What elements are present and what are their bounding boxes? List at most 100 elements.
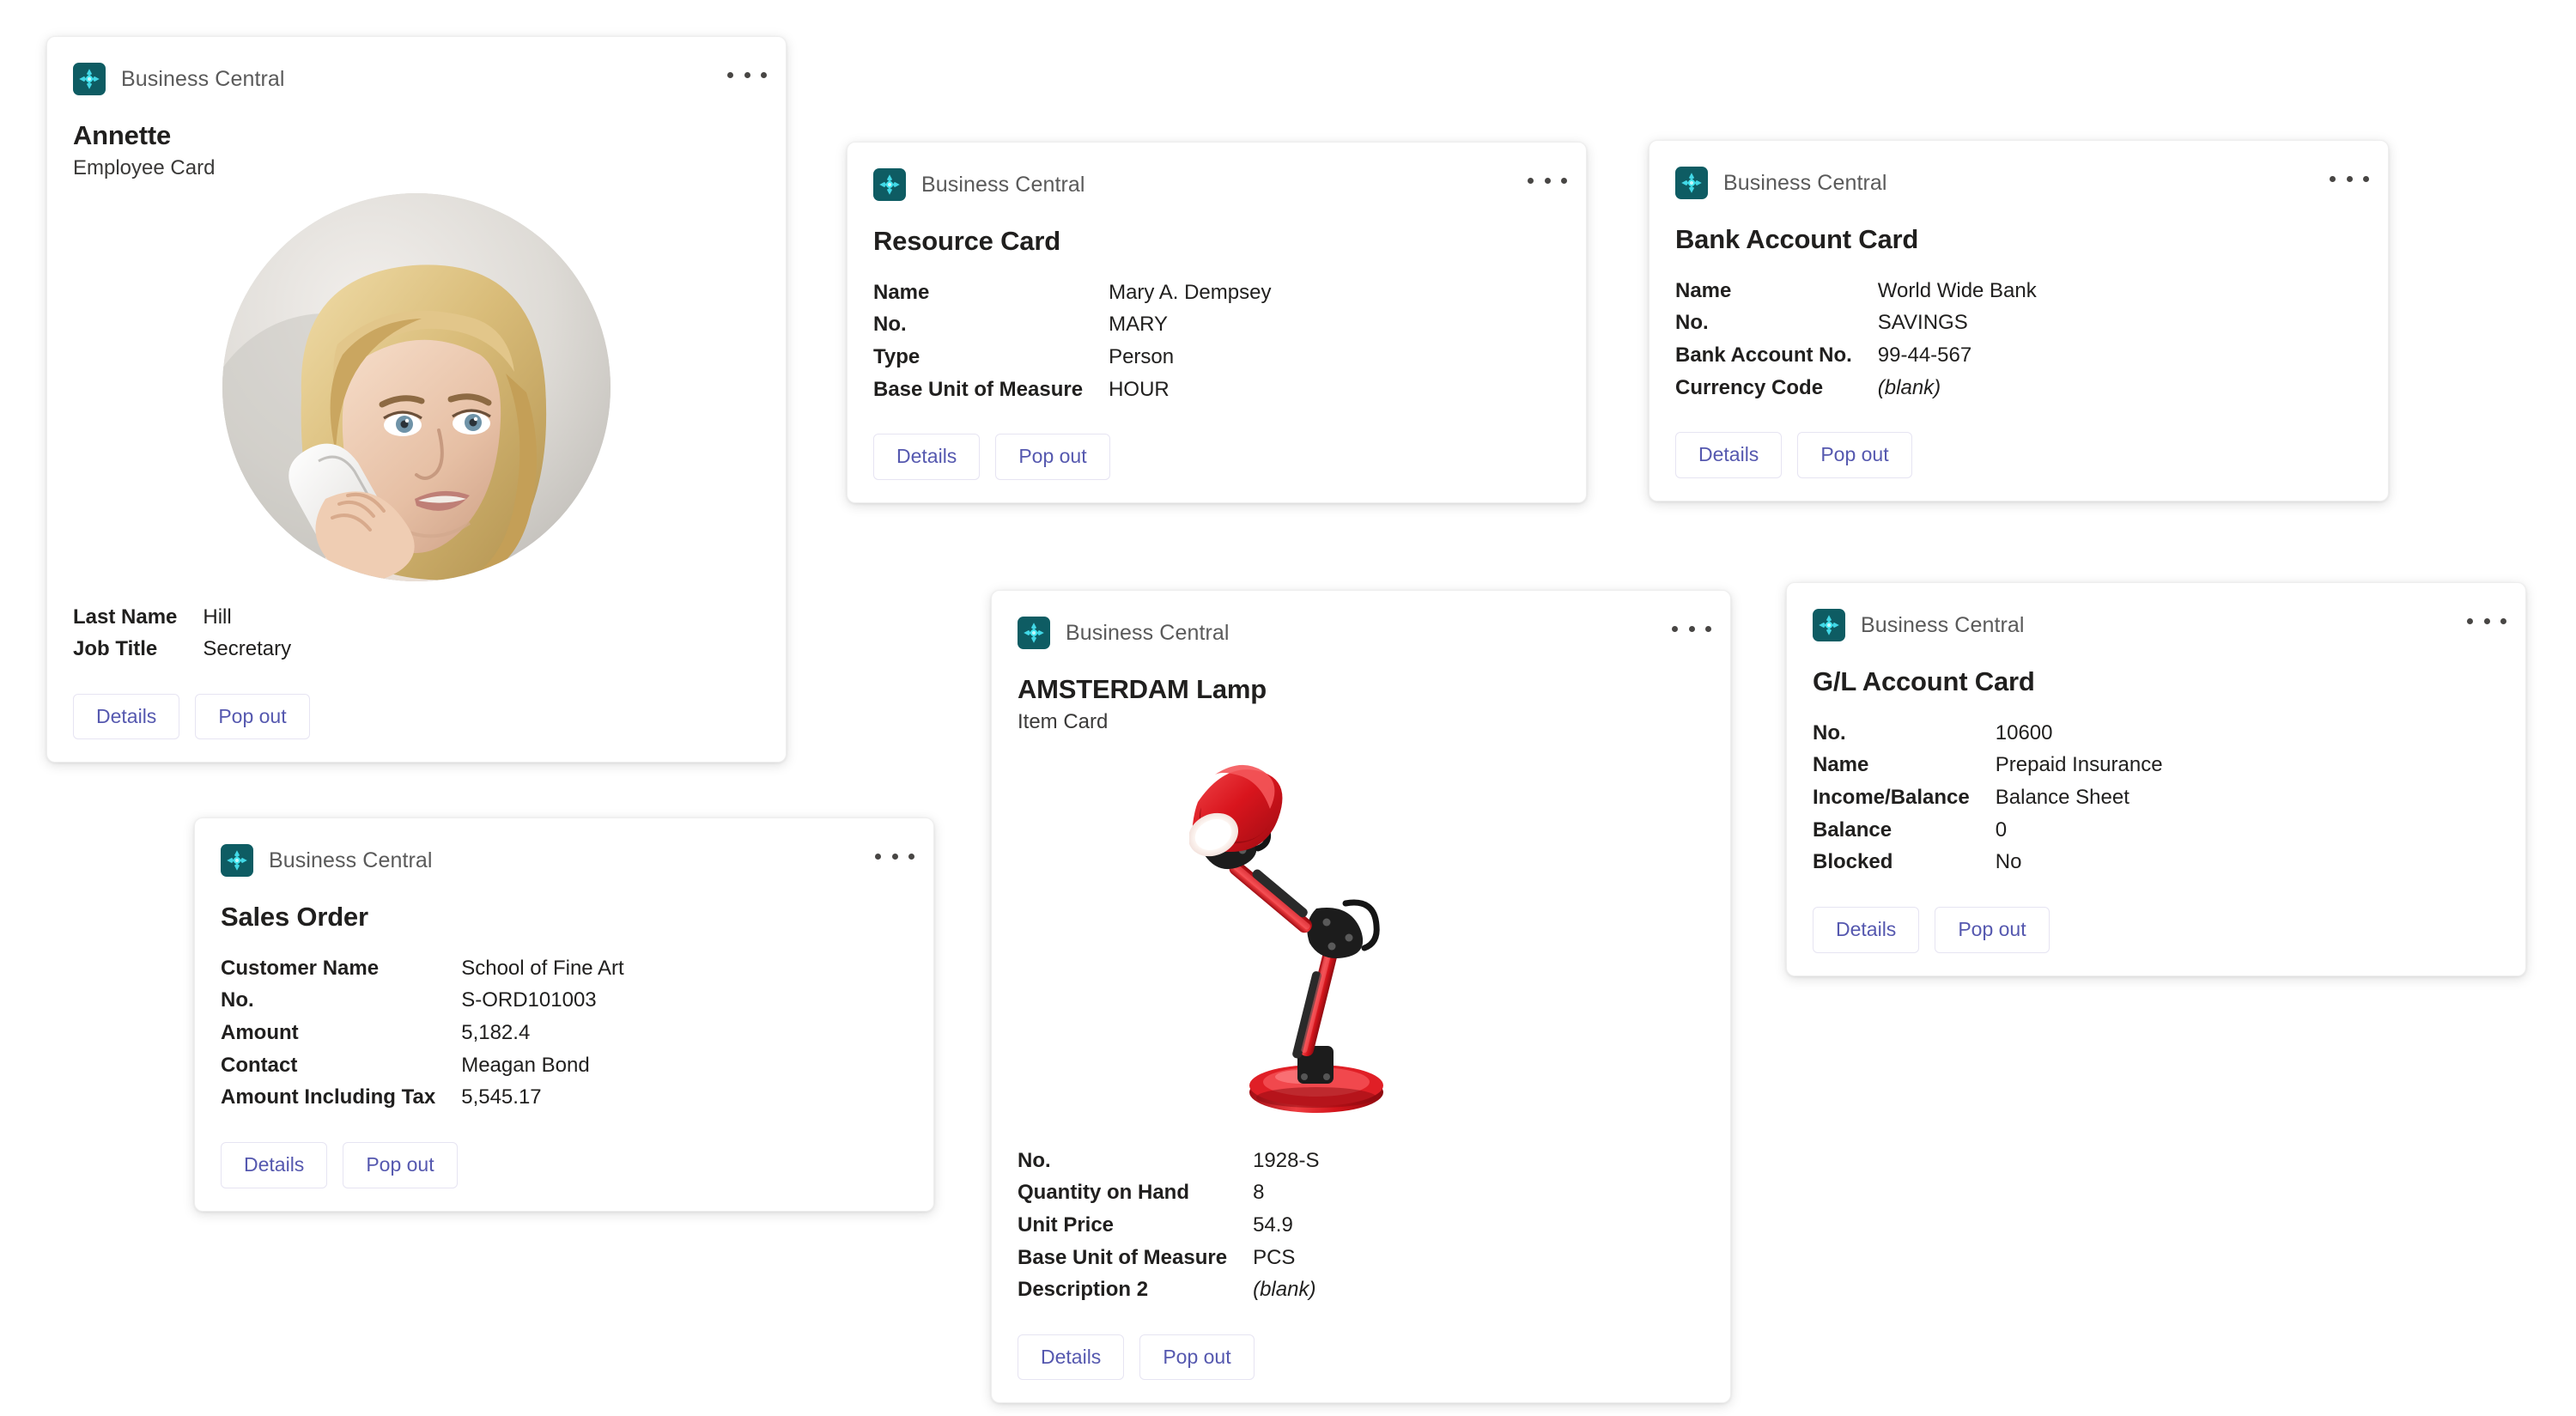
fact-row: Last Name Hill [73, 604, 291, 636]
fact-row: Currency Code (blank) [1675, 374, 2037, 407]
fact-key: No. [1813, 720, 1846, 744]
fact-key: Currency Code [1675, 375, 1824, 399]
card-title: Bank Account Card [1675, 224, 1919, 254]
card-actions: Details Pop out [73, 693, 760, 740]
fact-value: 5,545.17 [461, 1085, 542, 1109]
fact-value: World Wide Bank [1877, 278, 2037, 302]
more-options-ellipsis-icon[interactable] [2467, 609, 2506, 633]
fact-row: Name Prepaid Insurance [1813, 751, 2163, 784]
card-actions: Details Pop out [1813, 907, 2500, 953]
fact-row: No. 1928-S [1018, 1147, 1319, 1180]
app-name-label: Business Central [1066, 620, 1230, 645]
fact-value: Mary A. Dempsey [1109, 280, 1272, 304]
card-actions: Details Pop out [1675, 432, 2362, 478]
pop-out-button[interactable]: Pop out [1935, 907, 2050, 953]
fact-table: Customer Name School of Fine Art No. S-O… [221, 955, 624, 1116]
app-name-label: Business Central [121, 66, 285, 91]
employee-card[interactable]: Business Central Annette Employee Card L… [46, 36, 787, 763]
more-options-ellipsis-icon[interactable] [727, 63, 767, 87]
business-central-diamond-icon [221, 844, 253, 877]
more-options-ellipsis-icon[interactable] [1528, 168, 1567, 192]
fact-key: No. [1675, 311, 1709, 335]
card-title: AMSTERDAM Lamp [1018, 674, 1267, 704]
details-button[interactable]: Details [73, 693, 180, 740]
fact-row: Balance 0 [1813, 817, 2163, 849]
fact-row: Description 2 (blank) [1018, 1276, 1319, 1309]
bank-account-card[interactable]: Business Central Bank Account Card Name … [1649, 140, 2389, 501]
fact-key: Income/Balance [1813, 786, 1970, 810]
fact-key: Name [1813, 753, 1869, 777]
details-button[interactable]: Details [1675, 432, 1783, 478]
fact-key: Base Unit of Measure [873, 377, 1084, 401]
fact-key: Contact [221, 1053, 298, 1077]
fact-key: No. [873, 313, 907, 337]
card-actions: Details Pop out [1018, 1334, 1704, 1381]
fact-value: 99-44-567 [1877, 343, 1972, 368]
pop-out-button[interactable]: Pop out [343, 1142, 458, 1188]
card-header: Business Central [1018, 615, 1711, 651]
fact-value: Person [1109, 345, 1175, 369]
item-photo-container [1018, 755, 1704, 1125]
business-central-diamond-icon [1675, 167, 1708, 199]
fact-row: Name Mary A. Dempsey [873, 279, 1271, 312]
details-button[interactable]: Details [873, 434, 981, 480]
fact-row: Amount 5,182.4 [221, 1019, 624, 1052]
pop-out-button[interactable]: Pop out [1797, 432, 1912, 478]
pop-out-button[interactable]: Pop out [195, 693, 310, 740]
fact-value: S-ORD101003 [461, 988, 597, 1012]
fact-row: Base Unit of Measure PCS [1018, 1244, 1319, 1277]
fact-value: 8 [1253, 1181, 1265, 1205]
fact-key: Amount [221, 1021, 299, 1045]
details-button[interactable]: Details [1018, 1334, 1125, 1381]
fact-row: Bank Account No. 99-44-567 [1675, 342, 2037, 374]
business-central-diamond-icon [1813, 609, 1845, 641]
fact-value: SAVINGS [1877, 311, 1968, 335]
details-button[interactable]: Details [221, 1142, 328, 1188]
gl-account-card[interactable]: Business Central G/L Account Card No. 10… [1786, 582, 2526, 976]
fact-row: No. S-ORD101003 [221, 987, 624, 1019]
more-options-ellipsis-icon[interactable] [1672, 617, 1711, 641]
fact-table: Last Name Hill Job Title Secretary [73, 604, 291, 668]
sales-order-card[interactable]: Business Central Sales Order Customer Na… [194, 817, 934, 1212]
more-options-ellipsis-icon[interactable] [2330, 167, 2369, 191]
resource-card[interactable]: Business Central Resource Card Name Mary… [847, 142, 1587, 503]
business-central-diamond-icon [873, 168, 906, 201]
fact-key: Unit Price [1018, 1212, 1115, 1237]
card-title: Annette [73, 120, 171, 150]
fact-key: Type [873, 345, 920, 369]
card-header: Business Central [221, 842, 914, 878]
fact-value: 0 [1995, 817, 2008, 842]
fact-row: Contact Meagan Bond [221, 1052, 624, 1085]
card-title: Sales Order [221, 902, 368, 932]
card-subtitle: Item Card [1018, 709, 1109, 733]
card-actions: Details Pop out [221, 1142, 908, 1188]
fact-row: Amount Including Tax 5,545.17 [221, 1084, 624, 1116]
fact-row: No. MARY [873, 311, 1271, 343]
more-options-ellipsis-icon[interactable] [875, 844, 914, 868]
pop-out-button[interactable]: Pop out [995, 434, 1110, 480]
fact-value: 1928-S [1253, 1148, 1320, 1172]
fact-key: Name [873, 280, 930, 304]
fact-key: Blocked [1813, 850, 1893, 874]
app-name-label: Business Central [1723, 170, 1887, 195]
fact-table: No. 1928-S Quantity on Hand 8 Unit Price… [1018, 1147, 1319, 1309]
fact-value: 10600 [1995, 720, 2053, 744]
fact-row: Income/Balance Balance Sheet [1813, 784, 2163, 817]
pop-out-button[interactable]: Pop out [1139, 1334, 1255, 1381]
fact-key: Name [1675, 278, 1732, 302]
fact-value: (blank) [1877, 375, 1941, 399]
fact-row: Type Person [873, 343, 1271, 376]
card-header: Business Central [1813, 607, 2506, 643]
item-card[interactable]: Business Central AMSTERDAM Lamp Item Car… [991, 590, 1731, 1404]
fact-value: No [1995, 850, 2022, 874]
fact-value: Secretary [203, 637, 292, 661]
fact-row: Customer Name School of Fine Art [221, 955, 624, 988]
card-title: G/L Account Card [1813, 666, 2035, 696]
fact-key: Last Name [73, 605, 178, 629]
fact-key: No. [1018, 1148, 1051, 1172]
fact-value: (blank) [1253, 1278, 1316, 1302]
fact-table: Name Mary A. Dempsey No. MARY Type Perso… [873, 279, 1271, 409]
fact-row: Name World Wide Bank [1675, 277, 2037, 310]
details-button[interactable]: Details [1813, 907, 1920, 953]
card-header: Business Central [873, 167, 1567, 203]
